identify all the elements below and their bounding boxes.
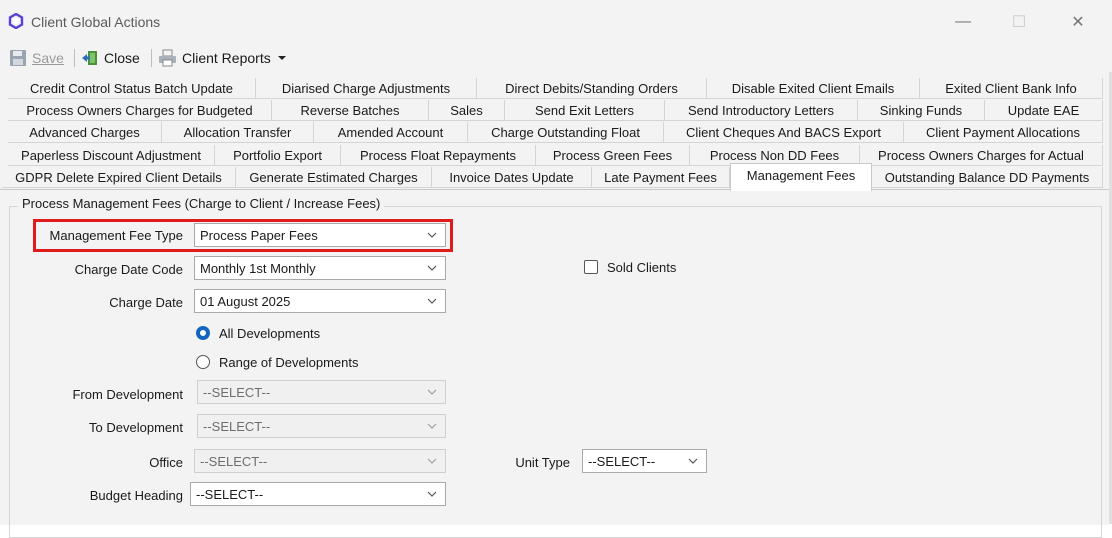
window-title: Client Global Actions	[31, 14, 161, 30]
save-button[interactable]: Save	[9, 48, 64, 68]
minimize-button[interactable]: —	[940, 6, 986, 38]
office-select[interactable]: --SELECT--	[194, 449, 446, 473]
tab-exited-client-bank-info[interactable]: Exited Client Bank Info	[920, 78, 1103, 99]
chevron-down-icon	[427, 298, 437, 304]
charge-date-code-value: Monthly 1st Monthly	[200, 260, 316, 276]
close-icon: ✕	[1071, 14, 1085, 31]
toolbar-separator	[74, 49, 75, 67]
tab-allocation-transfer[interactable]: Allocation Transfer	[162, 122, 314, 143]
charge-date-value: 01 August 2025	[200, 293, 291, 309]
client-reports-label: Client Reports	[182, 50, 271, 66]
to-development-label: To Development	[89, 420, 183, 435]
chevron-down-icon	[427, 389, 437, 395]
to-development-value: --SELECT--	[203, 418, 271, 434]
tab-client-cheques-and-bacs-export[interactable]: Client Cheques And BACS Export	[664, 122, 904, 143]
minimize-icon: —	[955, 13, 971, 30]
all-developments-radio[interactable]	[196, 326, 210, 340]
chevron-down-icon	[427, 265, 437, 271]
tab-client-payment-allocations[interactable]: Client Payment Allocations	[904, 122, 1103, 143]
printer-icon	[159, 49, 176, 67]
tab-diarised-charge-adjustments[interactable]: Diarised Charge Adjustments	[256, 78, 477, 99]
app-logo-icon	[8, 13, 24, 29]
tab-advanced-charges[interactable]: Advanced Charges	[8, 122, 162, 143]
close-label: Close	[104, 50, 140, 66]
unit-type-value: --SELECT--	[588, 453, 656, 469]
tab-outstanding-balance-dd-payments[interactable]: Outstanding Balance DD Payments	[872, 167, 1103, 188]
tab-charge-outstanding-float[interactable]: Charge Outstanding Float	[468, 122, 664, 143]
charge-date-code-select[interactable]: Monthly 1st Monthly	[194, 256, 446, 280]
tab-paperless-discount-adjustment[interactable]: Paperless Discount Adjustment	[8, 145, 215, 166]
tab-disable-exited-client-emails[interactable]: Disable Exited Client Emails	[707, 78, 920, 99]
tab-reverse-batches[interactable]: Reverse Batches	[272, 100, 429, 121]
tab-process-owners-charges-for-actual[interactable]: Process Owners Charges for Actual	[860, 145, 1103, 166]
budget-heading-label: Budget Heading	[89, 488, 183, 503]
tab-invoice-dates-update[interactable]: Invoice Dates Update	[432, 167, 592, 188]
charge-date-picker[interactable]: 01 August 2025	[194, 289, 446, 313]
close-button[interactable]: Close	[81, 48, 140, 68]
sold-clients-label: Sold Clients	[607, 260, 677, 275]
from-development-value: --SELECT--	[203, 384, 271, 400]
fee-type-label: Management Fee Type	[49, 228, 183, 243]
range-of-developments-radio[interactable]	[196, 355, 210, 369]
sold-clients-checkbox[interactable]	[584, 260, 598, 274]
from-development-label: From Development	[72, 387, 183, 402]
group-title: Process Management Fees (Charge to Clien…	[18, 196, 385, 211]
chevron-down-icon	[427, 491, 437, 497]
chevron-down-icon	[688, 458, 698, 464]
charge-date-label: Charge Date	[109, 295, 183, 310]
client-reports-button[interactable]: Client Reports	[158, 48, 287, 68]
unit-type-label: Unit Type	[515, 455, 570, 470]
office-label: Office	[149, 455, 183, 470]
tab-send-introductory-letters[interactable]: Send Introductory Letters	[665, 100, 858, 121]
maximize-icon: ☐	[1011, 14, 1027, 31]
maximize-button[interactable]: ☐	[996, 6, 1042, 38]
tab-process-owners-charges-for-budgeted[interactable]: Process Owners Charges for Budgeted	[8, 100, 272, 121]
tab-direct-debits-standing-orders[interactable]: Direct Debits/Standing Orders	[477, 78, 707, 99]
tab-generate-estimated-charges[interactable]: Generate Estimated Charges	[236, 167, 432, 188]
fee-type-select[interactable]: Process Paper Fees	[194, 223, 446, 247]
tab-update-eae[interactable]: Update EAE	[985, 100, 1103, 121]
tab-gdpr-delete-expired-client-details[interactable]: GDPR Delete Expired Client Details	[2, 167, 236, 188]
tab-process-green-fees[interactable]: Process Green Fees	[536, 145, 690, 166]
tab-sales[interactable]: Sales	[429, 100, 505, 121]
save-label: Save	[32, 50, 64, 66]
tab-late-payment-fees[interactable]: Late Payment Fees	[592, 167, 730, 188]
budget-heading-select[interactable]: --SELECT--	[190, 482, 446, 506]
tab-credit-control-status-batch-update[interactable]: Credit Control Status Batch Update	[8, 78, 256, 99]
close-window-button[interactable]: ✕	[1055, 6, 1101, 38]
all-developments-label: All Developments	[219, 326, 321, 341]
range-of-developments-label: Range of Developments	[219, 355, 359, 370]
tab-management-fees[interactable]: Management Fees	[730, 163, 872, 191]
tab-amended-account[interactable]: Amended Account	[314, 122, 468, 143]
floppy-disk-icon	[10, 50, 26, 66]
to-development-select[interactable]: --SELECT--	[197, 414, 446, 438]
tab-portfolio-export[interactable]: Portfolio Export	[215, 145, 341, 166]
chevron-down-icon	[427, 423, 437, 429]
exit-door-icon	[82, 51, 97, 65]
fee-type-value: Process Paper Fees	[200, 227, 318, 243]
chevron-down-icon	[427, 458, 437, 464]
tab-send-exit-letters[interactable]: Send Exit Letters	[505, 100, 665, 121]
toolbar-separator	[151, 49, 152, 67]
unit-type-select[interactable]: --SELECT--	[582, 449, 707, 473]
charge-date-code-label: Charge Date Code	[74, 262, 183, 277]
budget-heading-value: --SELECT--	[196, 486, 264, 502]
tab-process-float-repayments[interactable]: Process Float Repayments	[341, 145, 536, 166]
tab-sinking-funds[interactable]: Sinking Funds	[858, 100, 985, 121]
from-development-select[interactable]: --SELECT--	[197, 380, 446, 404]
office-value: --SELECT--	[200, 453, 268, 469]
dropdown-arrow-icon	[277, 56, 286, 60]
chevron-down-icon	[427, 232, 437, 238]
